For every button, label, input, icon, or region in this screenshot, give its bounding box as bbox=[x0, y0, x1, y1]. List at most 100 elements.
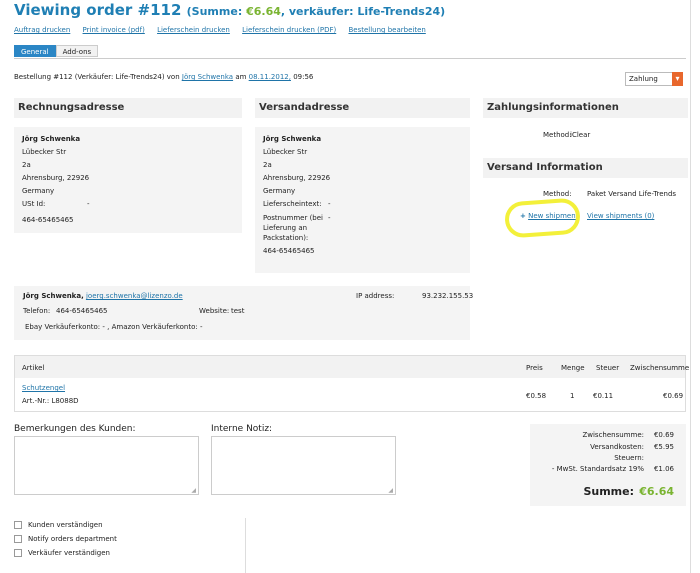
notify-seller-label: Verkäufer verständigen bbox=[28, 549, 110, 557]
shipping-info-heading: Versand Information bbox=[483, 158, 688, 178]
ip-label: IP address: bbox=[356, 292, 395, 300]
customer-link[interactable]: Jörg Schwenka bbox=[182, 73, 233, 81]
phone-label: Telefon: bbox=[23, 307, 51, 315]
order-date-link[interactable]: 08.11.2012, bbox=[249, 73, 291, 81]
shipping-address-heading: Versandadresse bbox=[255, 98, 470, 118]
billing-address-panel: Rechnungsadresse bbox=[14, 98, 242, 118]
lieferschein-label: Lieferscheintext: bbox=[263, 200, 322, 208]
payment-method-value: iClear bbox=[570, 131, 591, 139]
vat-label: - MwSt. Standardsatz 19% bbox=[551, 465, 644, 473]
total-label: Summe: bbox=[583, 485, 634, 498]
phone-value: 464-65465465 bbox=[56, 307, 108, 315]
right-border bbox=[690, 0, 691, 573]
billing-address-heading: Rechnungsadresse bbox=[14, 98, 242, 118]
notify-orders-option[interactable]: Notify orders department bbox=[14, 535, 245, 543]
print-delivery-note-link[interactable]: Lieferschein drucken bbox=[157, 26, 230, 34]
shipping-name: Jörg Schwenka bbox=[263, 135, 322, 143]
col-preis: Preis bbox=[526, 364, 543, 372]
tab-general[interactable]: General bbox=[14, 45, 56, 57]
total-value: €6.64 bbox=[639, 485, 674, 498]
col-artikel: Artikel bbox=[22, 364, 45, 372]
resize-handle-icon[interactable]: ◢ bbox=[388, 487, 393, 494]
customer-name: Jörg Schwenka, bbox=[23, 292, 84, 300]
status-select-value: Zahlung bbox=[629, 75, 658, 83]
customer-info-box: Jörg Schwenka, joerg.schwenka@lizenzo.de… bbox=[14, 286, 474, 340]
notify-customer-label: Kunden verständigen bbox=[28, 521, 103, 529]
sum-prefix: (Summe: bbox=[186, 5, 243, 18]
billing-address-box: Jörg Schwenka Lübecker Str 2a Ahrensburg… bbox=[14, 127, 242, 233]
article-tax: €0.11 bbox=[593, 392, 614, 400]
col-zwischensumme: Zwischensumme bbox=[630, 364, 690, 372]
notify-seller-checkbox[interactable] bbox=[14, 549, 22, 557]
notify-seller-option[interactable]: Verkäufer verständigen bbox=[14, 549, 245, 557]
shipping-address-panel: Versandadresse bbox=[255, 98, 470, 118]
payment-info-panel: Zahlungsinformationen Method: iClear bbox=[483, 98, 688, 139]
print-order-link[interactable]: Auftrag drucken bbox=[14, 26, 70, 34]
sum-suffix: , verkäufer: Life-Trends24) bbox=[280, 5, 446, 18]
tab-divider bbox=[14, 58, 686, 59]
chevron-down-icon[interactable]: ▾ bbox=[672, 72, 683, 86]
notification-options: Kunden verständigen Notify orders depart… bbox=[14, 518, 246, 573]
ust-value: - bbox=[87, 200, 90, 208]
order-sum-summary: (Summe: €6.64, verkäufer: Life-Trends24) bbox=[187, 5, 446, 18]
shipping-street: Lübecker Str bbox=[263, 148, 308, 156]
order-line-am: am bbox=[235, 73, 247, 81]
article-subtotal: €0.69 bbox=[663, 392, 684, 400]
payment-info-heading: Zahlungsinformationen bbox=[483, 98, 688, 118]
billing-street: Lübecker Str bbox=[22, 148, 67, 156]
edit-order-link[interactable]: Bestellung bearbeiten bbox=[348, 26, 425, 34]
ust-label: USt Id: bbox=[22, 200, 46, 208]
customer-notes-label: Bemerkungen des Kunden: bbox=[14, 424, 136, 434]
order-time: 09:56 bbox=[293, 73, 314, 81]
shipping-info-panel: Versand Information Method: Paket Versan… bbox=[483, 158, 688, 198]
seller-accounts-line: Ebay Verkäuferkonto: - , Amazon Verkäufe… bbox=[25, 323, 203, 331]
table-row: Schutzengel Art.-Nr.: L8088D €0.58 1 €0.… bbox=[15, 378, 685, 412]
notify-orders-label: Notify orders department bbox=[28, 535, 117, 543]
postnummer-label: Postnummer (bei Lieferung an Packstation… bbox=[263, 214, 323, 242]
notify-orders-checkbox[interactable] bbox=[14, 535, 22, 543]
order-line-prefix: Bestellung #112 (Verkäufer: Life-Trends2… bbox=[14, 73, 180, 81]
billing-phone: 464-65465465 bbox=[22, 216, 74, 224]
article-number: Art.-Nr.: L8088D bbox=[22, 397, 79, 405]
internal-notes-label: Interne Notiz: bbox=[211, 424, 273, 434]
article-name-link[interactable]: Schutzengel bbox=[22, 384, 65, 392]
billing-number: 2a bbox=[22, 161, 31, 169]
ip-value: 93.232.155.53 bbox=[422, 292, 474, 300]
shipping-cost-label: Versandkosten: bbox=[590, 443, 644, 451]
website-value: test bbox=[231, 307, 245, 315]
lieferschein-value: - bbox=[328, 200, 331, 208]
notify-customer-option[interactable]: Kunden verständigen bbox=[14, 521, 245, 529]
notify-customer-checkbox[interactable] bbox=[14, 521, 22, 529]
action-links: Auftrag drucken Print invoice (pdf) Lief… bbox=[14, 26, 436, 34]
customer-notes-textarea[interactable]: ◢ bbox=[14, 436, 199, 495]
shipping-phone: 464-65465465 bbox=[263, 247, 315, 255]
sum-amount: €6.64 bbox=[246, 5, 281, 18]
order-title: Viewing order #112 bbox=[14, 1, 182, 19]
status-select[interactable]: Zahlung ▾ bbox=[625, 72, 683, 86]
tab-addons[interactable]: Add-ons bbox=[55, 45, 99, 57]
articles-table: Artikel Preis Menge Steuer Zwischensumme… bbox=[14, 355, 690, 412]
taxes-label: Steuern: bbox=[614, 454, 644, 462]
totals-box: Zwischensumme: €0.69 Versandkosten: €5.9… bbox=[530, 424, 686, 506]
order-info-line: Bestellung #112 (Verkäufer: Life-Trends2… bbox=[14, 73, 313, 81]
billing-city: Ahrensburg, 22926 bbox=[22, 174, 90, 182]
website-label: Website: bbox=[199, 307, 230, 315]
view-shipments-link[interactable]: View shipments (0) bbox=[587, 212, 654, 220]
article-quantity: 1 bbox=[570, 392, 575, 400]
resize-handle-icon[interactable]: ◢ bbox=[191, 487, 196, 494]
shipping-cost-value: €5.95 bbox=[653, 443, 674, 451]
shipping-number: 2a bbox=[263, 161, 272, 169]
page-title: Viewing order #112 (Summe: €6.64, verkäu… bbox=[14, 1, 445, 19]
customer-email-link[interactable]: joerg.schwenka@lizenzo.de bbox=[86, 292, 183, 300]
shipping-method-value: Paket Versand Life-Trends bbox=[587, 190, 677, 198]
postnummer-value: - bbox=[328, 214, 331, 222]
subtotal-label: Zwischensumme: bbox=[582, 431, 644, 439]
payment-method-label: Method: bbox=[543, 131, 572, 139]
billing-name: Jörg Schwenka bbox=[22, 135, 81, 143]
col-menge: Menge bbox=[561, 364, 585, 372]
shipping-city: Ahrensburg, 22926 bbox=[263, 174, 331, 182]
print-invoice-pdf-link[interactable]: Print invoice (pdf) bbox=[83, 26, 145, 34]
internal-notes-textarea[interactable]: ◢ bbox=[211, 436, 396, 495]
shipping-country: Germany bbox=[263, 187, 296, 195]
print-delivery-note-pdf-link[interactable]: Lieferschein drucken (PDF) bbox=[242, 26, 336, 34]
